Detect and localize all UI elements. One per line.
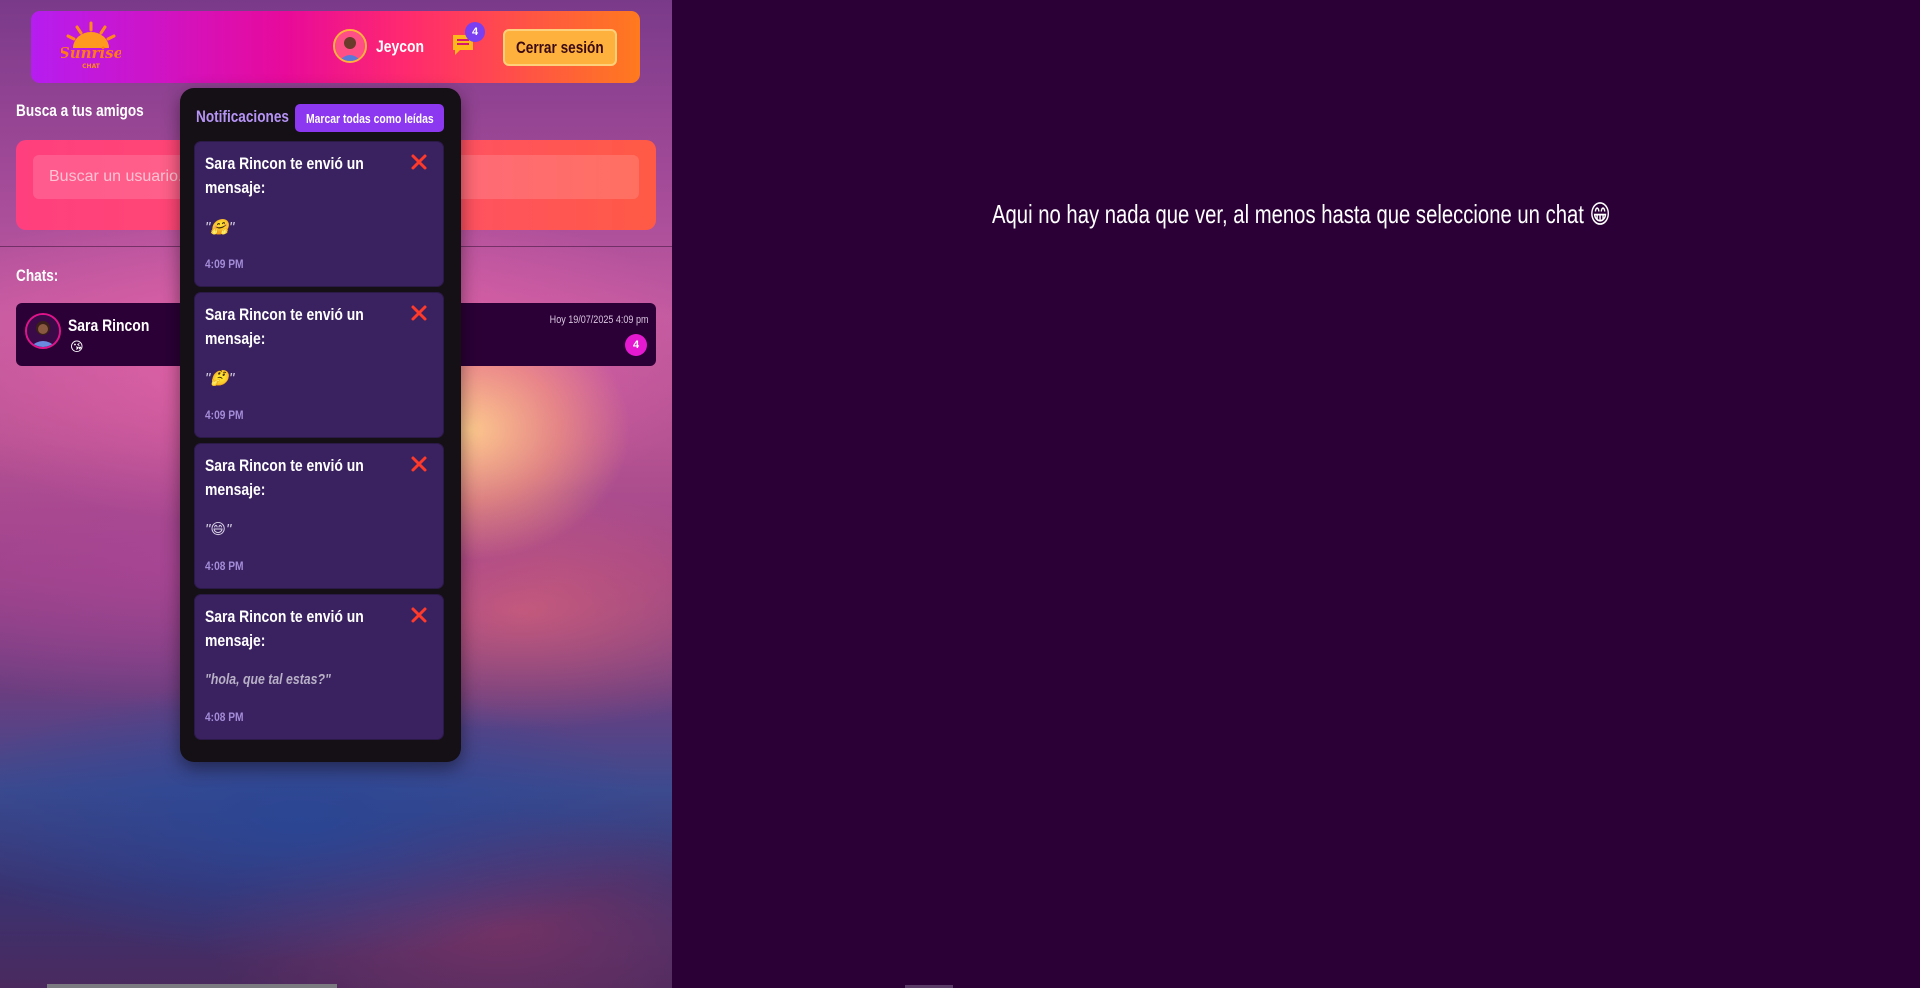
contact-avatar — [25, 313, 61, 349]
notification-message: "😄" — [205, 521, 232, 538]
sunrise-logo[interactable]: Sunrise CHAT — [59, 21, 123, 73]
close-icon[interactable] — [410, 455, 428, 473]
contact-name: Sara Rincon — [68, 316, 150, 335]
username: Jeycon — [376, 37, 425, 56]
logout-button[interactable]: Cerrar sesión — [503, 29, 617, 66]
notifications-dropdown: Notificaciones Marcar todas como leídas … — [180, 88, 461, 762]
notification-text: Sara Rincon te envió un mensaje: — [205, 456, 364, 499]
close-icon[interactable] — [410, 304, 428, 322]
last-message: 😘 — [70, 339, 84, 354]
top-navbar: Sunrise CHAT Jeycon 4 Cerrar sesión — [31, 11, 640, 83]
notification-time: 4:08 PM — [205, 710, 244, 724]
svg-text:Sunrise: Sunrise — [61, 44, 121, 62]
notification-message: "🤗" — [205, 219, 235, 236]
notifications-title: Notificaciones — [196, 107, 289, 126]
notification-text: Sara Rincon te envió un mensaje: — [205, 305, 364, 348]
chats-section-title: Chats: — [16, 266, 59, 285]
notification-message: "hola, que tal estas?" — [205, 671, 331, 688]
notification-item[interactable]: Sara Rincon te envió un mensaje: "hola, … — [194, 594, 444, 740]
svg-text:CHAT: CHAT — [82, 63, 101, 70]
close-icon[interactable] — [410, 606, 428, 624]
last-message-date: Hoy 19/07/2025 4:09 pm — [549, 314, 648, 326]
notification-text: Sara Rincon te envió un mensaje: — [205, 154, 364, 197]
notification-item[interactable]: Sara Rincon te envió un mensaje: "🤔" 4:0… — [194, 292, 444, 438]
notification-time: 4:09 PM — [205, 408, 244, 422]
notification-item[interactable]: Sara Rincon te envió un mensaje: "🤗" 4:0… — [194, 141, 444, 287]
horizontal-scrollbar[interactable] — [47, 984, 337, 988]
notification-count-badge: 4 — [465, 22, 485, 42]
mark-all-read-button[interactable]: Marcar todas como leídas — [295, 104, 444, 132]
search-section-title: Busca a tus amigos — [16, 101, 144, 120]
notification-text: Sara Rincon te envió un mensaje: — [205, 607, 364, 650]
unread-badge: 4 — [625, 334, 647, 356]
close-icon[interactable] — [410, 153, 428, 171]
notification-item[interactable]: Sara Rincon te envió un mensaje: "😄" 4:0… — [194, 443, 444, 589]
notification-time: 4:09 PM — [205, 257, 244, 271]
empty-chat-placeholder: Aqui no hay nada que ver, al menos hasta… — [992, 199, 1611, 229]
notification-time: 4:08 PM — [205, 559, 244, 573]
notification-message: "🤔" — [205, 370, 235, 387]
user-avatar[interactable] — [333, 29, 367, 63]
